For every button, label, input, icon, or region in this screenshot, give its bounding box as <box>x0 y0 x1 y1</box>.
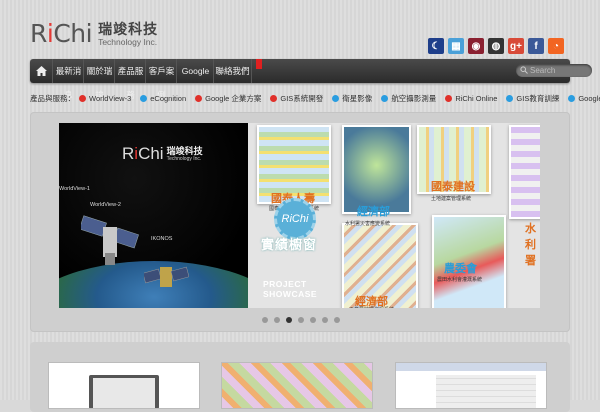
search-input[interactable] <box>530 64 588 77</box>
product-link-label: Google地圖 <box>578 93 600 103</box>
product-link-label: eCognition <box>150 93 187 103</box>
arrow-bullet-icon <box>270 94 278 102</box>
product-link[interactable]: Google 企業方案 <box>195 93 261 104</box>
arrow-bullet-icon <box>79 94 86 102</box>
showcase-subtitle-line1: PROJECT <box>263 279 307 289</box>
project-card[interactable] <box>509 125 540 219</box>
project-map-thumbnail <box>511 127 540 217</box>
project-card-title: 國泰建設 <box>431 181 475 193</box>
featured-thumb-laptop[interactable] <box>48 362 200 409</box>
product-link[interactable]: 航空攝影測量 <box>381 93 436 104</box>
project-card-subtitle: 水利署災害應變系統 <box>345 221 391 227</box>
showcase-subtitle: PROJECT SHOWCASE <box>263 279 317 299</box>
nav-item-google[interactable]: Google <box>176 59 214 83</box>
product-link-label: WorldView-3 <box>89 93 132 103</box>
nav-item-about[interactable]: 關於瑞竣 <box>83 59 115 100</box>
moon-icon[interactable]: ☾ <box>428 38 444 54</box>
nav-item-products[interactable]: 產品服務 <box>114 59 146 100</box>
project-card-title: 經濟部 <box>357 206 390 218</box>
slide-logo-cn: 瑞竣科技 <box>166 146 203 156</box>
search-icon[interactable] <box>520 66 528 74</box>
arrow-bullet-icon <box>445 94 453 102</box>
product-link[interactable]: Google地圖 <box>568 93 600 104</box>
project-card[interactable] <box>342 125 411 214</box>
search-box <box>516 64 592 77</box>
product-link[interactable]: RiChi Online <box>445 94 497 103</box>
product-links: 產品與服務： WorldView-3 eCognition Google 企業方案 G… <box>30 88 600 108</box>
google-plus-icon[interactable]: g+ <box>508 38 524 54</box>
main-nav: 最新消息 關於瑞竣 產品服務 客戶案例 Google 聯絡我們 <box>30 59 592 100</box>
project-card-subtitle: 土地建案管理系統 <box>431 196 472 202</box>
product-link-label: GIS教育訓練 <box>516 93 560 103</box>
slide-logo-mark: RiChi <box>122 144 164 163</box>
slider-dot[interactable] <box>274 317 280 323</box>
slide-brand-logo: RiChi 瑞竣科技 Technology Inc. <box>122 145 203 162</box>
product-link[interactable]: GIS教育訓練 <box>506 93 559 104</box>
featured-thumb-map[interactable] <box>221 362 373 409</box>
media-icon[interactable]: ◉ <box>468 38 484 54</box>
project-card-title: 農委會 <box>444 263 477 275</box>
product-link-label: Google 企業方案 <box>205 93 262 103</box>
product-link[interactable]: eCognition <box>140 94 186 103</box>
logo-mark: RiChi <box>30 19 93 48</box>
satellite-worldview2-icon <box>81 215 139 265</box>
product-link-label: 衛星影像 <box>342 93 373 103</box>
project-map-thumbnail <box>344 127 409 212</box>
product-link-label: 航空攝影測量 <box>391 93 437 103</box>
arrow-bullet-icon <box>506 94 514 102</box>
slider-dot[interactable] <box>334 317 340 323</box>
facebook-icon[interactable]: f <box>528 38 544 54</box>
site-logo[interactable]: RiChi 瑞竣科技 Technology Inc. <box>30 14 158 46</box>
slider-dot[interactable] <box>322 317 328 323</box>
slide-logo-en: Technology Inc. <box>166 156 202 162</box>
slider-dot[interactable] <box>286 317 292 323</box>
bookmark-flag-icon <box>256 59 262 69</box>
social-icons: ☾ ▦ ◉ ◍ g+ f ◔ <box>428 38 564 54</box>
nav-item-news[interactable]: 最新消息 <box>52 59 84 100</box>
nav-item-contact[interactable]: 聯絡我們 <box>213 59 252 83</box>
logo-chinese-name: 瑞竣科技 <box>98 20 159 37</box>
showcase-subtitle-line2: SHOWCASE <box>263 289 318 299</box>
satellite-label-ikonos: IKONOS <box>151 236 173 242</box>
featured-thumb-gis[interactable] <box>395 362 547 409</box>
product-link-label: GIS系統開發 <box>280 93 324 103</box>
project-card-title: 水利署 <box>525 223 536 267</box>
nav-item-cases[interactable]: 客戶案例 <box>145 59 177 100</box>
arrow-bullet-icon <box>140 94 148 102</box>
project-card-subtitle: 工業局地理資訊系統 <box>349 306 394 308</box>
satellite-ikonos-icon <box>144 266 189 287</box>
product-link[interactable]: WorldView-3 <box>79 94 131 103</box>
arrow-bullet-icon <box>332 94 340 102</box>
slider-dot[interactable] <box>262 317 268 323</box>
product-link[interactable]: GIS系統開發 <box>270 93 323 104</box>
slider-dot[interactable] <box>298 317 304 323</box>
slider-dot[interactable] <box>310 317 316 323</box>
home-icon[interactable] <box>30 59 52 83</box>
product-link[interactable]: 衛星影像 <box>332 93 372 104</box>
arrow-bullet-icon <box>195 94 203 102</box>
arrow-bullet-icon <box>568 94 576 102</box>
map-icon[interactable]: ▦ <box>448 38 464 54</box>
satellite-label-worldview1: WorldView-1 <box>59 186 90 192</box>
satellite-label-worldview2: WorldView-2 <box>90 202 121 208</box>
logo-english-name: Technology Inc. <box>98 36 158 47</box>
product-links-label: 產品與服務： <box>30 93 75 103</box>
slider-pagination <box>262 317 340 323</box>
rss-icon[interactable]: ◔ <box>548 38 564 54</box>
project-card-subtitle: 農田水利會灌溉系統 <box>437 277 483 283</box>
world-icon[interactable]: ◍ <box>488 38 504 54</box>
arrow-bullet-icon <box>381 94 389 102</box>
showcase-title: 實績櫥窗 <box>261 237 318 252</box>
product-link-label: RiChi Online <box>455 93 498 103</box>
